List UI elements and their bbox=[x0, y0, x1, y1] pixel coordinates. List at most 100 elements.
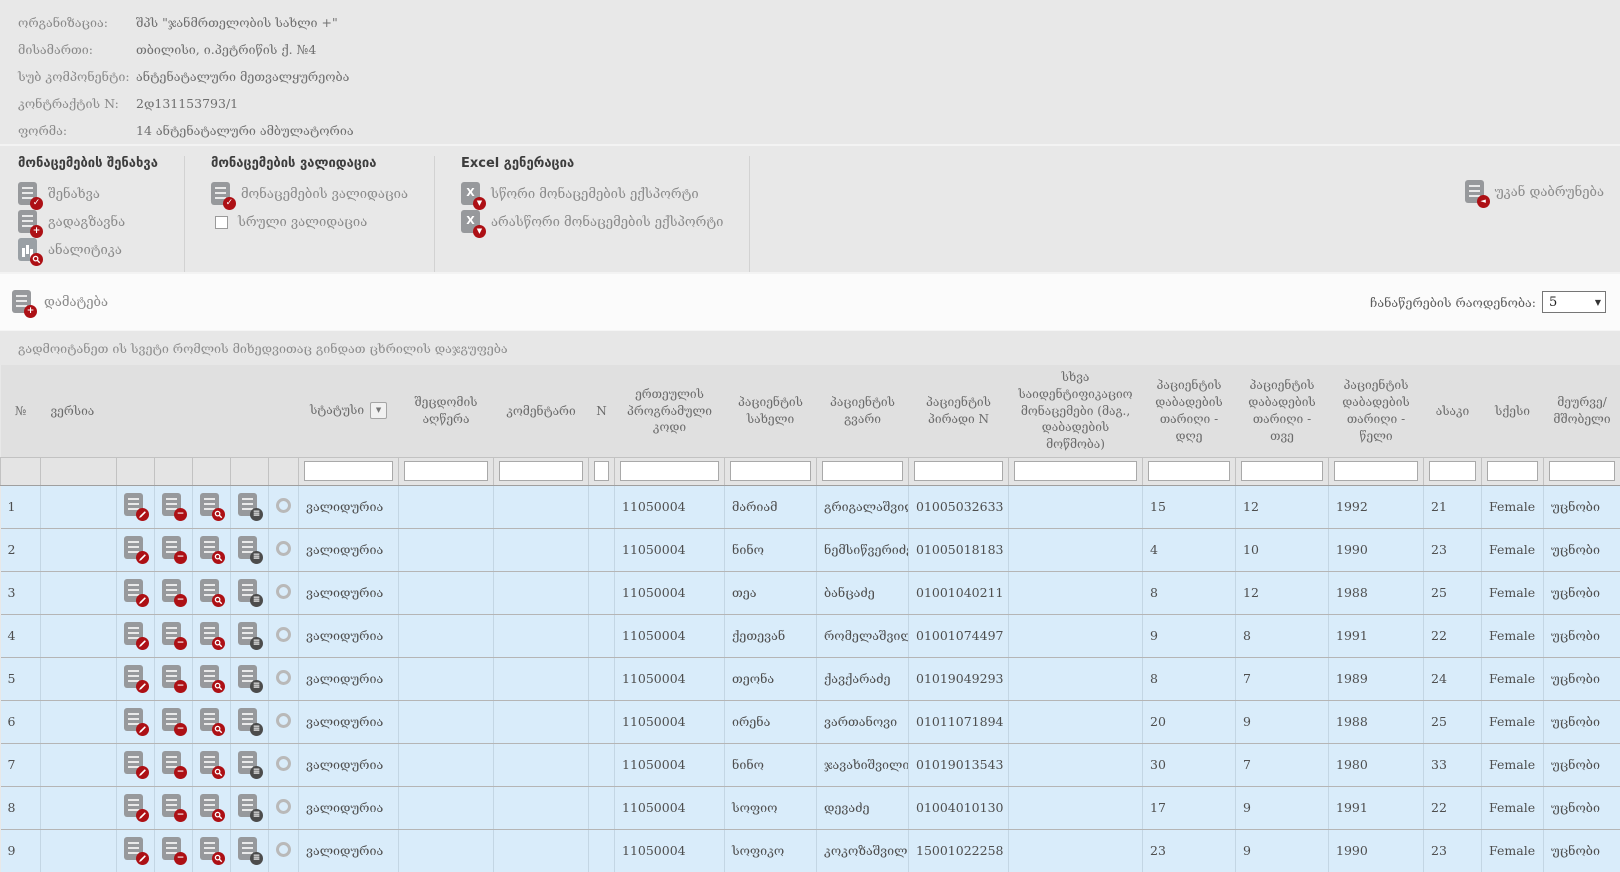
delete-row-icon[interactable]: − bbox=[162, 536, 185, 561]
row-radio[interactable] bbox=[276, 756, 291, 771]
row-status: ვალიდურია bbox=[299, 743, 399, 786]
row-radio[interactable] bbox=[276, 713, 291, 728]
header-first-name[interactable]: პაციენტის სახელი bbox=[725, 365, 817, 457]
delete-row-icon[interactable]: − bbox=[162, 708, 185, 733]
delete-row-icon[interactable]: − bbox=[162, 794, 185, 819]
header-age[interactable]: ასაკი bbox=[1424, 365, 1482, 457]
save-button[interactable]: ✓ შენახვა bbox=[18, 180, 158, 208]
view-row-icon[interactable] bbox=[200, 708, 223, 733]
header-birth-month[interactable]: პაციენტის დაბადების თარიღი - თვე bbox=[1236, 365, 1329, 457]
view-row-icon[interactable] bbox=[200, 665, 223, 690]
view-row-icon[interactable] bbox=[200, 837, 223, 862]
header-other-id[interactable]: სხვა საიდენტიფიკაციო მონაცემები (მაგ., დ… bbox=[1009, 365, 1143, 457]
row-personal-n: 01019049293 bbox=[909, 657, 1009, 700]
row-status: ვალიდურია bbox=[299, 528, 399, 571]
details-row-icon[interactable]: ≡ bbox=[238, 794, 261, 819]
add-record-button[interactable]: + დამატება bbox=[12, 290, 108, 315]
filter-input-birth-day[interactable] bbox=[1148, 461, 1230, 481]
filter-input-last-name[interactable] bbox=[822, 461, 903, 481]
details-row-icon[interactable]: ≡ bbox=[238, 536, 261, 561]
edit-row-icon[interactable] bbox=[124, 794, 147, 819]
row-radio[interactable] bbox=[276, 584, 291, 599]
view-row-icon[interactable] bbox=[200, 794, 223, 819]
details-row-icon[interactable]: ≡ bbox=[238, 751, 261, 776]
full-validation-checkbox[interactable] bbox=[215, 216, 228, 229]
validate-button[interactable]: ✓ მონაცემების ვალიდაცია bbox=[211, 180, 408, 208]
filter-input-other-id[interactable] bbox=[1014, 461, 1137, 481]
delete-row-icon[interactable]: − bbox=[162, 837, 185, 862]
delete-row-icon[interactable]: − bbox=[162, 579, 185, 604]
edit-row-icon[interactable] bbox=[124, 536, 147, 561]
details-row-icon[interactable]: ≡ bbox=[238, 708, 261, 733]
org-label: ორგანიზაცია: bbox=[18, 15, 136, 30]
header-comment[interactable]: კომენტარი bbox=[494, 365, 589, 457]
details-row-icon[interactable]: ≡ bbox=[238, 665, 261, 690]
edit-row-icon[interactable] bbox=[124, 579, 147, 604]
header-personal-n[interactable]: პაციენტის პირადი N bbox=[909, 365, 1009, 457]
header-guardian[interactable]: მეურვე/მშობელი bbox=[1544, 365, 1620, 457]
view-row-icon[interactable] bbox=[200, 622, 223, 647]
row-birth-year: 1991 bbox=[1329, 786, 1424, 829]
header-status[interactable]: სტატუსი▼ bbox=[299, 365, 399, 457]
row-other-id bbox=[1009, 485, 1143, 528]
details-row-icon[interactable]: ≡ bbox=[238, 622, 261, 647]
header-n[interactable]: N bbox=[589, 365, 615, 457]
edit-row-icon[interactable] bbox=[124, 708, 147, 733]
filter-input-n[interactable] bbox=[594, 461, 609, 481]
row-radio[interactable] bbox=[276, 799, 291, 814]
edit-row-icon[interactable] bbox=[124, 837, 147, 862]
row-radio[interactable] bbox=[276, 670, 291, 685]
header-birth-year[interactable]: პაციენტის დაბადების თარიღი - წელი bbox=[1329, 365, 1424, 457]
row-birth-month: 10 bbox=[1236, 528, 1329, 571]
edit-row-icon[interactable] bbox=[124, 751, 147, 776]
edit-row-icon[interactable] bbox=[124, 622, 147, 647]
filter-input-birth-year[interactable] bbox=[1334, 461, 1418, 481]
row-guardian: უცნობი bbox=[1544, 657, 1620, 700]
header-error[interactable]: შეცდომის აღწერა bbox=[399, 365, 494, 457]
header-number[interactable]: № bbox=[1, 365, 41, 457]
filter-input-age[interactable] bbox=[1429, 461, 1476, 481]
details-row-icon[interactable]: ≡ bbox=[238, 837, 261, 862]
view-row-icon[interactable] bbox=[200, 493, 223, 518]
delete-row-icon[interactable]: − bbox=[162, 751, 185, 776]
details-row-icon[interactable]: ≡ bbox=[238, 579, 261, 604]
delete-row-icon[interactable]: − bbox=[162, 493, 185, 518]
back-button[interactable]: ◄ უკან დაბრუნება bbox=[1465, 178, 1604, 206]
header-version[interactable]: ვერსია bbox=[41, 365, 117, 457]
records-count-select[interactable]: 5 ▼ bbox=[1542, 291, 1606, 313]
header-unit-code[interactable]: ერთეულის პროგრამული კოდი bbox=[615, 365, 725, 457]
row-radio[interactable] bbox=[276, 842, 291, 857]
export-valid-button[interactable]: ▼ სწორი მონაცემების ექსპორტი bbox=[461, 180, 723, 208]
filter-input-unit-code[interactable] bbox=[620, 461, 719, 481]
filter-input-error[interactable] bbox=[404, 461, 488, 481]
row-radio[interactable] bbox=[276, 541, 291, 556]
filter-input-status[interactable] bbox=[304, 461, 393, 481]
edit-row-icon[interactable] bbox=[124, 493, 147, 518]
edit-row-icon[interactable] bbox=[124, 665, 147, 690]
header-sex[interactable]: სქესი bbox=[1482, 365, 1544, 457]
delete-row-icon[interactable]: − bbox=[162, 665, 185, 690]
row-radio[interactable] bbox=[276, 627, 291, 642]
status-filter-button[interactable]: ▼ bbox=[370, 402, 387, 419]
header-birth-day[interactable]: პაციენტის დაბადების თარიღი - დღე bbox=[1143, 365, 1236, 457]
row-radio[interactable] bbox=[276, 498, 291, 513]
export-invalid-button[interactable]: ▼ არასწორი მონაცემების ექსპორტი bbox=[461, 208, 723, 236]
filter-input-personal-n[interactable] bbox=[914, 461, 1003, 481]
row-unit-code: 11050004 bbox=[615, 700, 725, 743]
filter-input-guardian[interactable] bbox=[1549, 461, 1615, 481]
filter-input-first-name[interactable] bbox=[730, 461, 811, 481]
send-button[interactable]: + გადაგზავნა bbox=[18, 208, 158, 236]
delete-row-icon[interactable]: − bbox=[162, 622, 185, 647]
details-row-icon[interactable]: ≡ bbox=[238, 493, 261, 518]
row-other-id bbox=[1009, 743, 1143, 786]
filter-input-sex[interactable] bbox=[1487, 461, 1538, 481]
view-row-icon[interactable] bbox=[200, 751, 223, 776]
header-last-name[interactable]: პაციენტის გვარი bbox=[817, 365, 909, 457]
view-row-icon[interactable] bbox=[200, 536, 223, 561]
filter-input-comment[interactable] bbox=[499, 461, 583, 481]
row-comment bbox=[494, 700, 589, 743]
view-row-icon[interactable] bbox=[200, 579, 223, 604]
filter-input-birth-month[interactable] bbox=[1241, 461, 1323, 481]
analytics-button[interactable]: ანალიტიკა bbox=[18, 236, 158, 264]
row-sex: Female bbox=[1482, 700, 1544, 743]
